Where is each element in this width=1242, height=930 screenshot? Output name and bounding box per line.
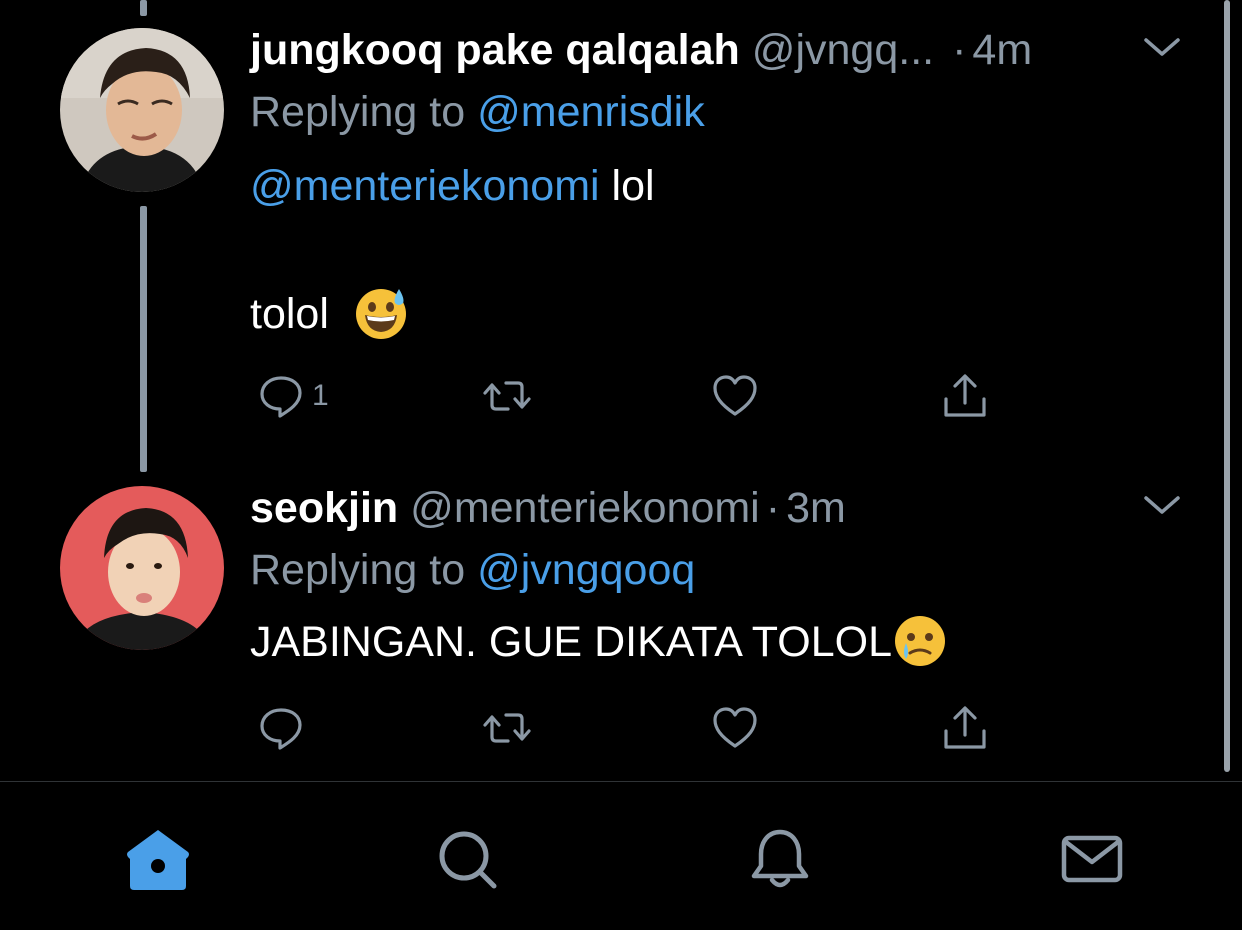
replying-to-line: Replying to @jvngqooq: [250, 544, 1182, 596]
share-icon: [944, 374, 986, 417]
display-name[interactable]: seokjin: [250, 482, 398, 534]
tweet-header: jungkooq pake qalqalah @jvngq... · 4m: [250, 24, 1182, 76]
share-button[interactable]: [940, 700, 990, 756]
body-text: tolol: [250, 290, 329, 338]
reply-count: 1: [312, 379, 329, 412]
replying-to-mention[interactable]: @jvngqooq: [477, 546, 695, 594]
body-text: lol: [611, 162, 655, 210]
chevron-down-icon[interactable]: [1142, 32, 1182, 62]
like-button[interactable]: [710, 368, 760, 424]
replying-to-line: Replying to @menrisdik: [250, 86, 1182, 138]
retweet-icon: [483, 713, 531, 743]
retweet-icon: [483, 381, 531, 411]
tab-notifications[interactable]: [740, 820, 820, 900]
home-icon: [127, 830, 189, 890]
retweet-button[interactable]: [482, 700, 532, 756]
reply-button[interactable]: 1: [256, 368, 329, 424]
tweet-actions: [250, 700, 1010, 760]
tab-messages[interactable]: [1052, 820, 1132, 900]
tweet-body-line-2: tolol: [250, 288, 1182, 345]
notifications-icon: [751, 829, 809, 888]
avatar-jungkooq[interactable]: [60, 28, 224, 192]
scrollbar[interactable]: [1224, 0, 1230, 772]
replying-to-label: Replying to: [250, 88, 466, 136]
reply-button[interactable]: [256, 700, 312, 756]
chevron-down-icon[interactable]: [1142, 490, 1182, 520]
separator-dot: ·: [952, 26, 967, 74]
grinning-face-with-sweat-icon: [355, 288, 406, 339]
heart-icon: [713, 375, 757, 416]
bottom-tab-bar: [0, 782, 1242, 930]
app-screen: jungkooq pake qalqalah @jvngq... · 4m Re…: [0, 0, 1242, 930]
display-name[interactable]: jungkooq pake qalqalah: [250, 24, 740, 76]
handle[interactable]: @menteriekonomi: [410, 482, 760, 534]
handle[interactable]: @jvngq...: [752, 24, 934, 76]
tweet-body: JABINGAN. GUE DIKATA TOLOL: [250, 615, 1182, 673]
messages-icon: [1061, 835, 1123, 883]
timestamp[interactable]: 4m: [972, 24, 1032, 76]
share-button[interactable]: [940, 368, 990, 424]
thread-line-connector: [140, 206, 147, 472]
reply-icon: [260, 708, 302, 750]
thread-line-top: [140, 0, 147, 16]
timestamp[interactable]: 3m: [786, 482, 846, 534]
avatar-seokjin[interactable]: [60, 486, 224, 650]
tweet-header: seokjin @menteriekonomi · 3m: [250, 482, 1182, 534]
reply-icon: [260, 376, 302, 418]
tab-home[interactable]: [118, 820, 198, 900]
avatar-image: [60, 486, 224, 650]
avatar-image: [60, 28, 224, 192]
tweet-body-line-1: @menteriekonomi lol: [250, 160, 1182, 212]
like-button[interactable]: [710, 700, 760, 756]
tweet-1[interactable]: jungkooq pake qalqalah @jvngq... · 4m Re…: [250, 24, 1182, 345]
replying-to-mention[interactable]: @menrisdik: [477, 88, 705, 136]
tweet-2[interactable]: seokjin @menteriekonomi · 3m Replying to…: [250, 482, 1182, 673]
tweet-actions: 1: [250, 368, 1010, 428]
retweet-button[interactable]: [482, 368, 532, 424]
heart-icon: [713, 707, 757, 748]
body-mention[interactable]: @menteriekonomi: [250, 162, 600, 210]
tab-search[interactable]: [428, 820, 508, 900]
body-text: JABINGAN. GUE DIKATA TOLOL: [250, 618, 892, 666]
search-icon: [439, 831, 497, 889]
share-icon: [944, 706, 986, 749]
replying-to-label: Replying to: [250, 546, 466, 594]
face-holding-back-tears-icon: [895, 615, 945, 666]
separator-dot: ·: [765, 484, 781, 532]
